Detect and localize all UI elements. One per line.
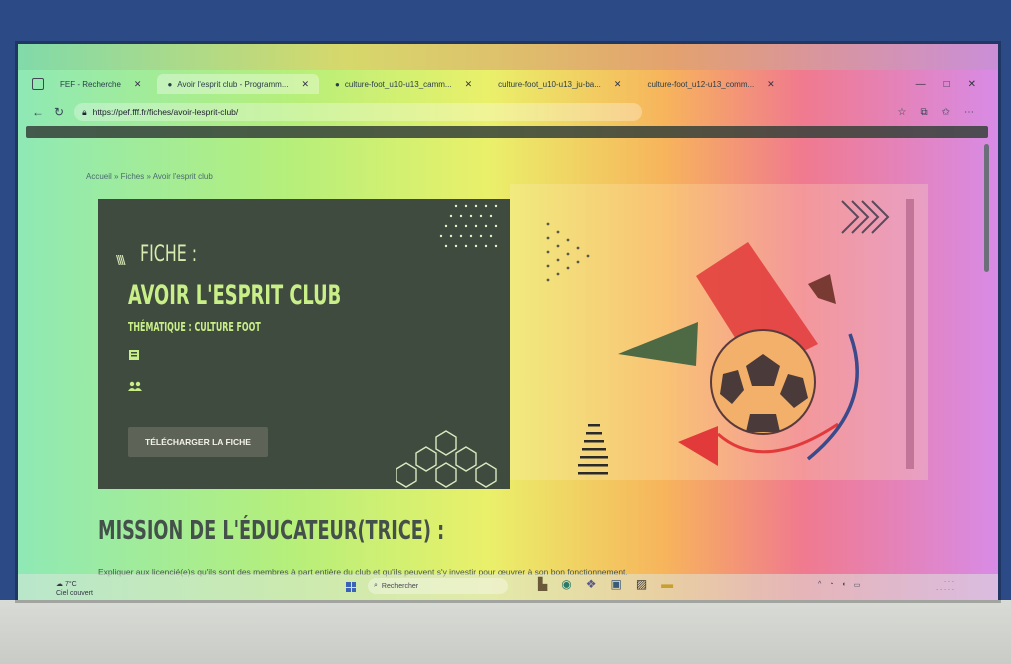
hexagon-decoration <box>396 430 497 488</box>
projection-screen: FEF - Recherche ✕ ● Avoir l'esprit club - … <box>18 44 998 600</box>
close-icon[interactable]: ✕ <box>134 79 142 90</box>
tab-label: Avoir l'esprit club - Programm... <box>177 79 289 89</box>
file-explorer-icon[interactable]: ▙ <box>538 577 547 591</box>
tab-label: culture-foot_u12-u13_comm... <box>647 79 755 89</box>
minimize-icon[interactable]: — <box>916 79 926 90</box>
favorites-icon[interactable]: ✩ <box>942 107 950 118</box>
refresh-icon[interactable]: ↻ <box>54 105 64 119</box>
users-icon <box>128 381 142 391</box>
page-title: AVOIR L'ESPRIT CLUB <box>128 280 342 311</box>
back-arrow-icon[interactable]: ← <box>32 105 44 119</box>
teams-icon[interactable]: ❖ <box>586 577 597 591</box>
globe-icon: ● <box>335 79 340 89</box>
tab-esprit-club[interactable]: ● Avoir l'esprit club - Programm... ✕ <box>157 74 320 94</box>
close-icon[interactable]: ✕ <box>465 79 473 90</box>
close-icon[interactable]: ✕ <box>301 79 309 90</box>
mission-heading: MISSION DE L'ÉDUCATEUR(TRICE) : <box>98 516 445 546</box>
address-bar-row: ← ↻ 🔒︎ https://pef.fff.fr/fiches/avoir-l… <box>18 100 998 124</box>
tab-recherche[interactable]: FEF - Recherche ✕ <box>50 74 151 94</box>
maximize-icon[interactable]: □ <box>944 79 950 90</box>
weather-widget[interactable]: ☁ 7°C Ciel couvert <box>56 580 93 598</box>
slash-lines-icon: \\\\ <box>116 252 125 268</box>
weather-temp: 7°C <box>64 581 77 588</box>
taskbar-clock[interactable]: · · · · · · · · <box>936 578 954 594</box>
browser-tab-bar: FEF - Recherche ✕ ● Avoir l'esprit club - … <box>18 70 998 98</box>
browser-toolbar-icons: ☆ ⧉ ✩ ⋯ <box>898 107 999 118</box>
star-icon[interactable]: ☆ <box>898 107 907 118</box>
scrollbar[interactable] <box>984 144 989 272</box>
folder-icon[interactable]: ▬ <box>661 577 673 591</box>
clock-dots-icon: · · · · · <box>936 586 955 593</box>
url-text: https://pef.fff.fr/fiches/avoir-lesprit-… <box>92 107 239 117</box>
globe-icon: ● <box>167 79 173 89</box>
taskbar-apps: ▙ ◉ ❖ ▣ ▨ ▬ <box>538 577 673 591</box>
store-icon[interactable]: ▣ <box>610 577 621 591</box>
fiche-label: FICHE : <box>140 242 198 267</box>
floor-area <box>0 600 1011 664</box>
clock-dots-icon: · · · <box>943 578 955 585</box>
edge-browser-icon[interactable]: ◉ <box>561 577 571 591</box>
dot-grid-decoration <box>439 204 498 248</box>
tab-label: culture-foot_u10-u13_ju-ba... <box>498 79 601 89</box>
wifi-icon[interactable]: ◔ <box>829 581 833 589</box>
search-placeholder: Rechercher <box>381 582 419 590</box>
cloud-icon: ☁ <box>56 581 63 588</box>
tab-culture-foot-3[interactable]: culture-foot_u12-u13_comm... ✕ <box>637 74 784 94</box>
photos-icon[interactable]: ▨ <box>636 577 647 591</box>
download-button[interactable]: TÉLÉCHARGER LA FICHE <box>128 427 268 457</box>
taskbar-search[interactable]: ⌕ Rechercher <box>368 578 508 594</box>
chevron-decoration <box>841 200 890 234</box>
football-illustration <box>546 222 859 475</box>
url-field[interactable]: 🔒︎ https://pef.fff.fr/fiches/avoir-lespr… <box>74 103 643 121</box>
thematique-label: THÉMATIQUE : CULTURE FOOT <box>128 320 261 334</box>
lock-icon: 🔒︎ <box>82 106 87 117</box>
window-controls: — □ ✕ <box>916 79 998 90</box>
close-icon[interactable]: ✕ <box>614 79 622 90</box>
weather-text: Ciel couvert <box>56 590 93 597</box>
extensions-icon[interactable]: ⧉ <box>920 107 927 118</box>
windows-start-icon[interactable] <box>346 582 356 592</box>
document-icon <box>129 350 139 360</box>
window-titlebar <box>18 44 998 70</box>
tab-culture-foot-1[interactable]: ● culture-foot_u10-u13_camm... ✕ <box>325 74 482 94</box>
close-icon[interactable]: ✕ <box>767 79 775 90</box>
volume-icon[interactable]: ◖ <box>842 581 846 589</box>
tab-culture-foot-2[interactable]: culture-foot_u10-u13_ju-ba... ✕ <box>488 74 631 94</box>
battery-icon[interactable]: ▭ <box>854 581 861 589</box>
site-header-bar <box>26 126 988 138</box>
breadcrumb[interactable]: Accueil » Fiches » Avoir l'esprit club <box>86 172 213 181</box>
close-window-icon[interactable]: ✕ <box>968 79 976 90</box>
system-tray: ^ ◔ ◖ ▭ <box>818 581 860 589</box>
tab-label: culture-foot_u10-u13_camm... <box>344 79 452 89</box>
search-icon: ⌕ <box>374 582 378 589</box>
chevron-up-icon[interactable]: ^ <box>818 581 821 589</box>
more-icon[interactable]: ⋯ <box>964 107 974 118</box>
tab-label: FEF - Recherche <box>60 79 121 89</box>
window-menu-icon[interactable] <box>32 78 44 90</box>
